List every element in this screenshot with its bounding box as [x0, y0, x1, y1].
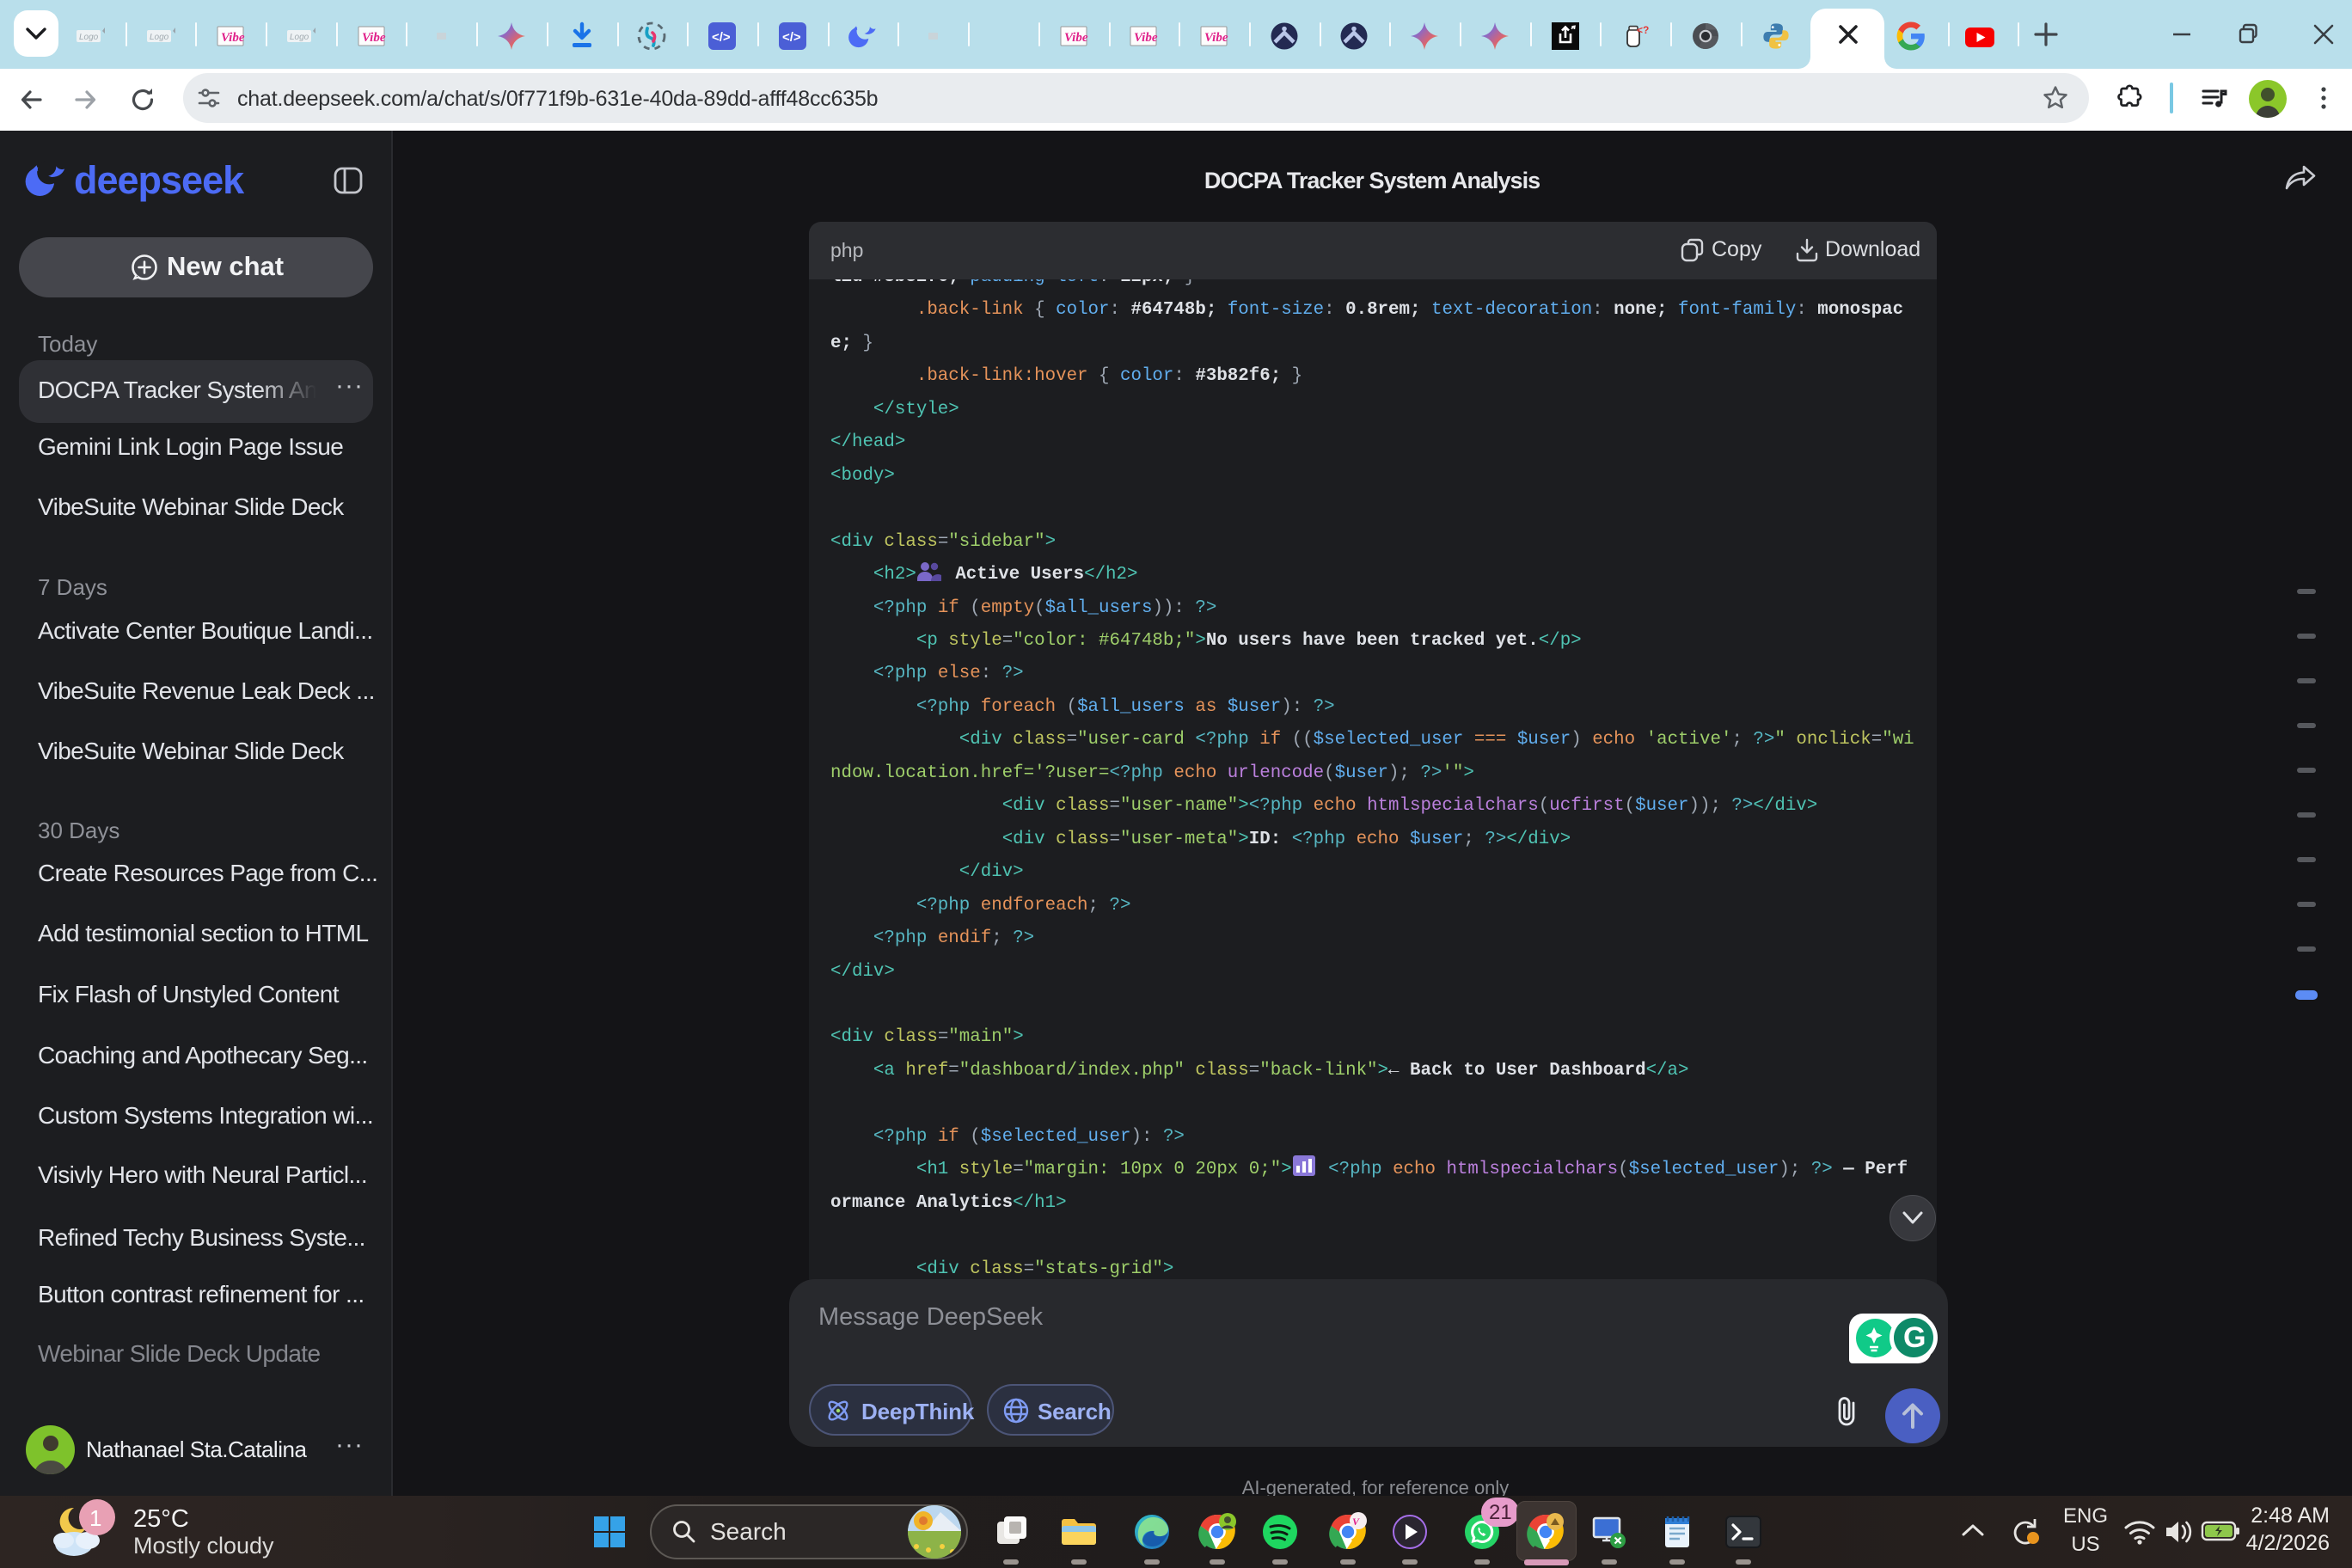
svg-text:Vibe: Vibe [1064, 31, 1088, 45]
svg-text:V: V [1352, 1516, 1360, 1528]
svg-text:Logo: Logo [79, 33, 99, 42]
svg-text:Vibe: Vibe [221, 31, 245, 45]
svg-text:<?: <? [1637, 24, 1649, 36]
svg-text:</>: </> [712, 30, 731, 45]
svg-text:Logo: Logo [150, 33, 169, 42]
svg-text:Vibe: Vibe [1134, 31, 1158, 45]
svg-text:Logo: Logo [290, 33, 309, 42]
svg-text:</>: </> [782, 30, 801, 45]
svg-text:Vibe: Vibe [362, 31, 386, 45]
svg-text:Vibe: Vibe [1204, 31, 1228, 45]
